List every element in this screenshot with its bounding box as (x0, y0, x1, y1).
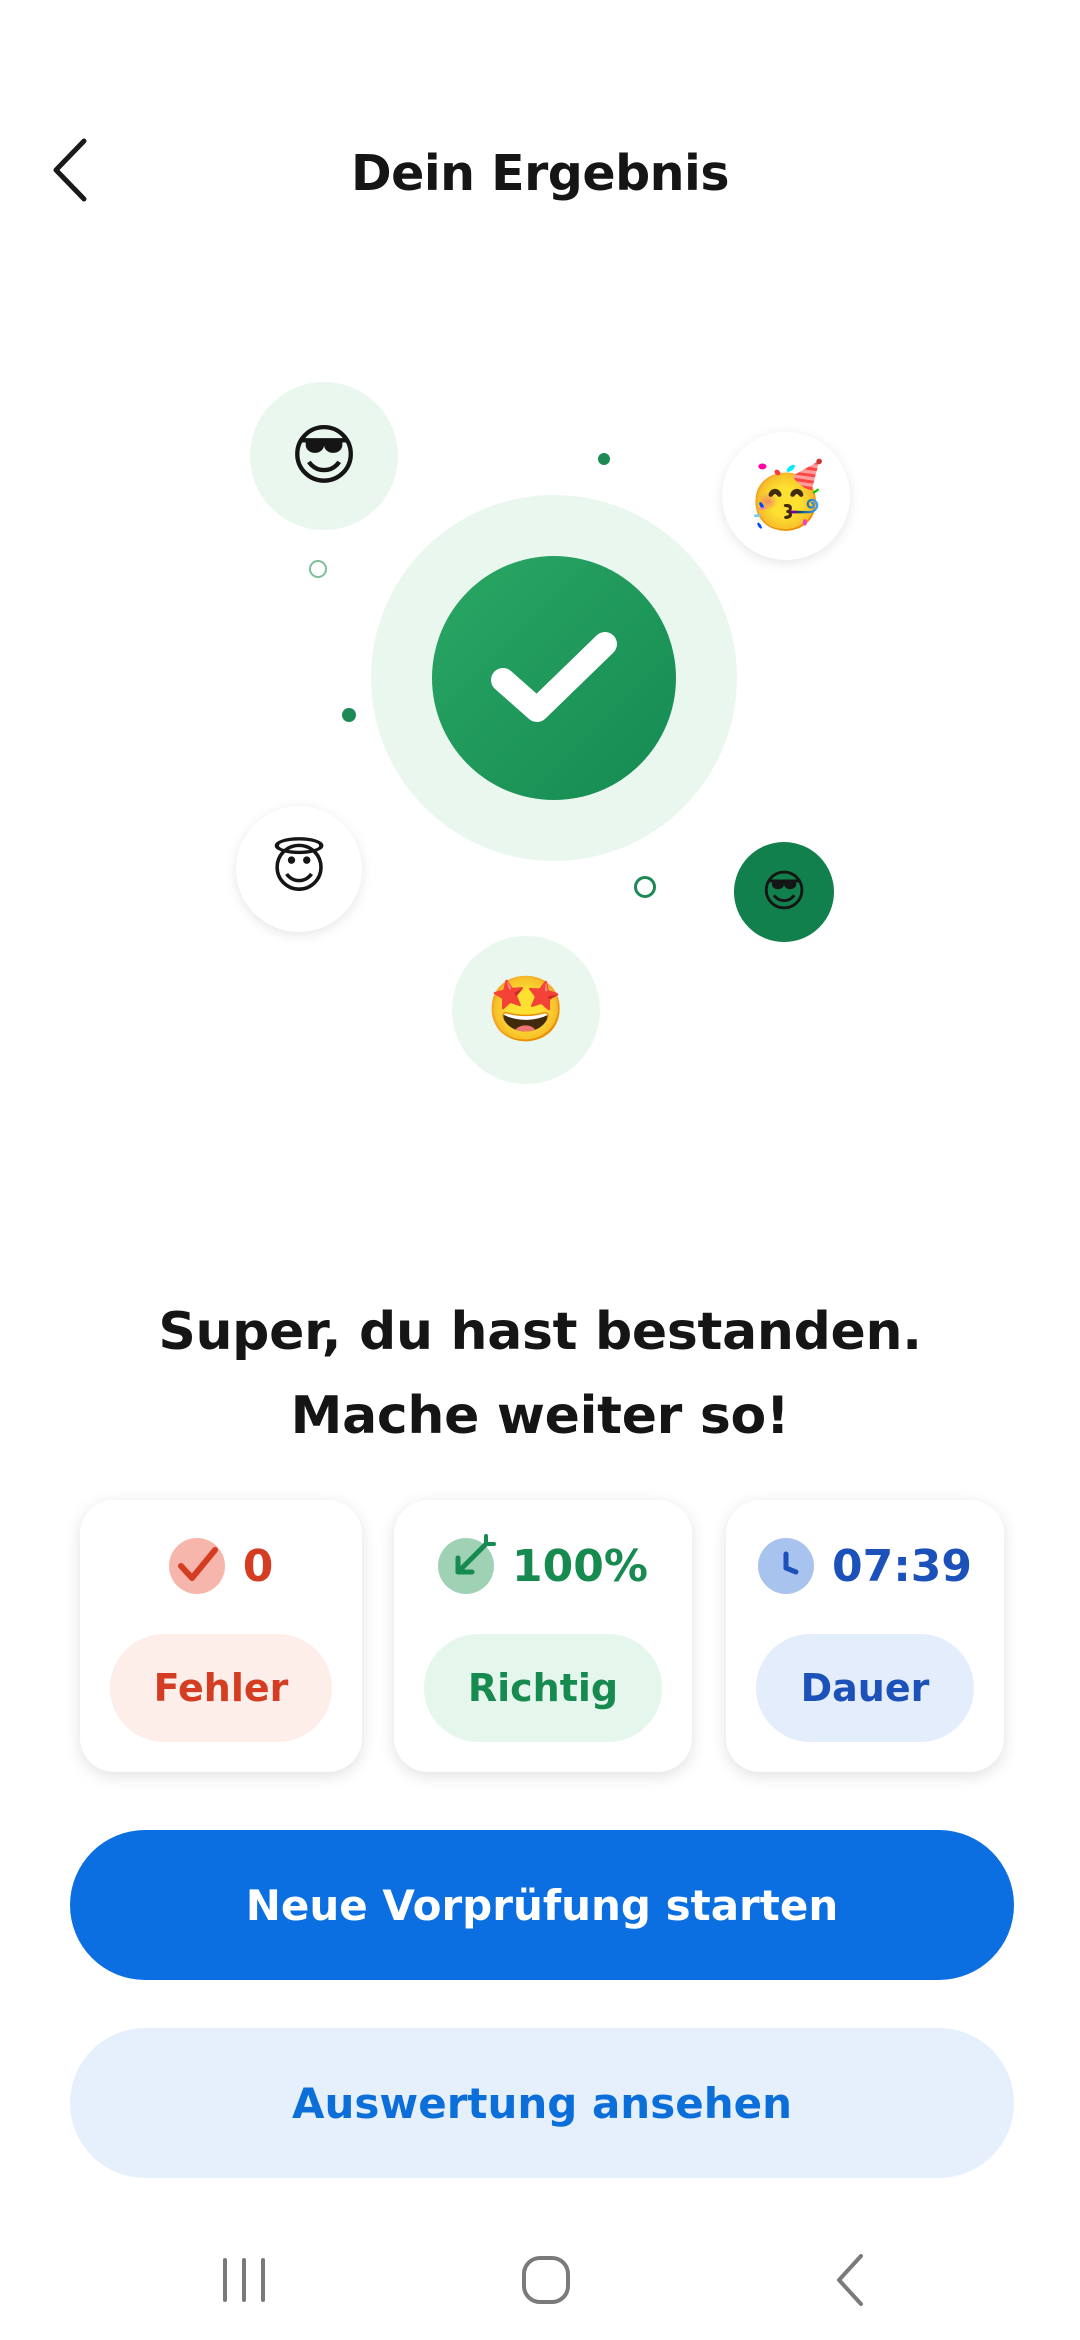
check-mark-icon (168, 1538, 225, 1594)
system-back-button[interactable] (790, 2240, 910, 2320)
emoji-bubble-top-right: 🥳 (722, 432, 850, 560)
party-face-emoji-icon: 🥳 (746, 459, 826, 533)
result-message-line2: Mache weiter so! (290, 1386, 790, 1446)
result-message: Super, du hast bestanden. Mache weiter s… (0, 1290, 1080, 1458)
star-struck-emoji-icon: 🤩 (486, 973, 566, 1047)
top-bar: Dein Ergebnis (0, 0, 1080, 300)
page-title: Dein Ergebnis (350, 145, 730, 202)
stats-row: 0 Fehler 100% Richtig 07:39 Dauer (0, 1500, 1080, 1780)
result-illustration: 😎 🥳 😇 😎 🤩 (0, 300, 1080, 1120)
view-evaluation-button[interactable]: Auswertung ansehen (70, 2028, 1014, 2178)
system-nav-bar (0, 2220, 1080, 2340)
stat-card-correct: 100% Richtig (394, 1500, 692, 1772)
sunglasses-emoji-icon: 😎 (289, 417, 359, 494)
duration-value: 07:39 (831, 1540, 973, 1592)
result-message-line1: Super, du hast bestanden. (158, 1302, 922, 1362)
correct-value: 100% (512, 1540, 648, 1592)
clock-icon (757, 1538, 814, 1594)
duration-label-pill: Dauer (756, 1634, 974, 1742)
angel-emoji-icon: 😇 (270, 837, 328, 900)
recents-icon (223, 2258, 265, 2302)
success-badge (432, 556, 676, 800)
home-icon (522, 2256, 570, 2304)
decor-dot (342, 708, 356, 722)
emoji-bubble-top-left: 😎 (250, 382, 398, 530)
stat-card-duration: 07:39 Dauer (726, 1500, 1004, 1772)
emoji-bubble-bottom: 🤩 (452, 936, 600, 1084)
recents-button[interactable] (184, 2240, 304, 2320)
target-arrow-icon (438, 1534, 497, 1594)
errors-value: 0 (242, 1540, 274, 1592)
decor-dot (598, 453, 610, 465)
decor-ring (634, 876, 656, 898)
correct-label-pill: Richtig (424, 1634, 662, 1742)
sunglasses-emoji-small-icon: 😎 (761, 866, 807, 917)
stat-card-errors: 0 Fehler (80, 1500, 362, 1772)
emoji-bubble-mid-left: 😇 (236, 806, 362, 932)
errors-label-pill: Fehler (110, 1634, 332, 1742)
back-icon (837, 2254, 863, 2306)
decor-ring (309, 560, 327, 578)
emoji-bubble-mid-right: 😎 (734, 842, 834, 942)
checkmark-icon (491, 632, 617, 722)
home-button[interactable] (486, 2240, 606, 2320)
start-new-pretest-button[interactable]: Neue Vorprüfung starten (70, 1830, 1014, 1980)
